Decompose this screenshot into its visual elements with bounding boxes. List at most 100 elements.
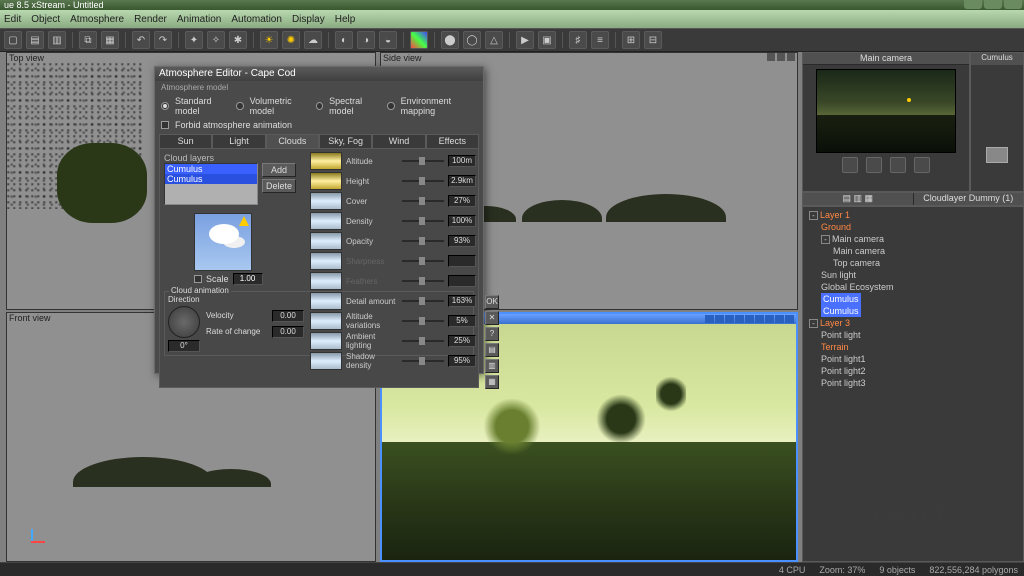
velocity-field[interactable]: 0.00 (272, 310, 304, 322)
minimize-button[interactable] (964, 0, 982, 9)
slider-value[interactable] (448, 255, 476, 267)
scale-checkbox[interactable] (194, 275, 202, 283)
tool-icon[interactable]: ▤ (485, 343, 499, 357)
cloud-thumb-icon[interactable] (310, 352, 342, 370)
tree-node[interactable]: Point light1 (807, 353, 1019, 365)
cloud-thumb-icon[interactable] (310, 232, 342, 250)
vp-btn[interactable] (735, 315, 744, 323)
cloud-thumb-icon[interactable] (310, 292, 342, 310)
save-icon[interactable]: ▥ (48, 31, 66, 49)
maximize-button[interactable] (984, 0, 1002, 9)
tool-icon[interactable]: ✦ (185, 31, 203, 49)
slider-track[interactable] (402, 260, 444, 262)
menu-display[interactable]: Display (292, 14, 325, 25)
tree-node[interactable]: -Layer 3 (807, 317, 1019, 329)
tree-node[interactable]: Cumulus (807, 305, 1019, 317)
vp-btn[interactable] (775, 315, 784, 323)
tool-icon[interactable]: ▥ (485, 359, 499, 373)
tab-effects[interactable]: Effects (426, 134, 479, 148)
cumulus-swatch[interactable] (986, 147, 1008, 163)
radio-spectral[interactable] (316, 102, 323, 110)
vp-btn[interactable] (725, 315, 734, 323)
slider-value[interactable]: 93% (448, 235, 476, 247)
tree-node[interactable]: Global Ecosystem (807, 281, 1019, 293)
radio-env-map[interactable] (387, 102, 394, 110)
light-icon[interactable]: ✺ (282, 31, 300, 49)
cloud-thumb-icon[interactable] (310, 332, 342, 350)
tree-node[interactable]: Sun light (807, 269, 1019, 281)
tab-sun[interactable]: Sun (159, 134, 212, 148)
menu-help[interactable]: Help (335, 14, 356, 25)
slider-value[interactable]: 100m (448, 155, 476, 167)
tree-node[interactable]: Cumulus (807, 293, 1019, 305)
cloud-thumb-icon[interactable] (310, 252, 342, 270)
slider-track[interactable] (402, 220, 444, 222)
list-item[interactable]: Cumulus (165, 174, 257, 184)
slider-track[interactable] (402, 340, 444, 342)
pan-icon[interactable] (866, 157, 882, 173)
vp-btn[interactable] (715, 315, 724, 323)
color-icon[interactable] (410, 31, 428, 49)
tool-icon[interactable]: △ (485, 31, 503, 49)
direction-dial[interactable] (168, 306, 200, 338)
ok-button[interactable]: OK (485, 295, 499, 309)
layer-bar-left[interactable]: ▤ ▥ ▦ (803, 193, 913, 205)
expand-icon[interactable]: - (809, 211, 818, 220)
cloud-thumb-icon[interactable] (310, 192, 342, 210)
radio-volumetric[interactable] (236, 102, 243, 110)
menu-object[interactable]: Object (31, 14, 60, 25)
tab-clouds[interactable]: Clouds (266, 134, 319, 148)
tree-node[interactable]: Top camera (807, 257, 1019, 269)
close-button[interactable] (1004, 0, 1022, 9)
tool-icon[interactable]: ⬤ (441, 31, 459, 49)
tab-wind[interactable]: Wind (372, 134, 425, 148)
reset-icon[interactable] (914, 157, 930, 173)
tool-icon[interactable]: ⊟ (644, 31, 662, 49)
camera-thumbnail[interactable] (816, 69, 956, 153)
tree-node[interactable]: Point light2 (807, 365, 1019, 377)
slider-track[interactable] (402, 280, 444, 282)
redo-icon[interactable]: ↷ (154, 31, 172, 49)
tree-node[interactable]: Point light (807, 329, 1019, 341)
tool-icon[interactable]: ✧ (207, 31, 225, 49)
tab-light[interactable]: Light (212, 134, 265, 148)
add-button[interactable]: Add (262, 163, 296, 177)
slider-value[interactable]: 2.9km (448, 175, 476, 187)
tool-icon[interactable]: ◑ (357, 31, 375, 49)
menu-atmosphere[interactable]: Atmosphere (70, 14, 124, 25)
list-item[interactable]: Cumulus (165, 164, 257, 174)
tree-node[interactable]: Main camera (807, 245, 1019, 257)
tree-node[interactable]: -Main camera (807, 233, 1019, 245)
slider-track[interactable] (402, 180, 444, 182)
rate-field[interactable]: 0.00 (272, 326, 304, 338)
vp-btn[interactable] (705, 315, 714, 323)
open-icon[interactable]: ▤ (26, 31, 44, 49)
tab-sky-fog-haze[interactable]: Sky, Fog and Haze (319, 134, 372, 148)
menu-automation[interactable]: Automation (231, 14, 282, 25)
cloud-thumb-icon[interactable] (310, 172, 342, 190)
expand-icon[interactable]: - (809, 319, 818, 328)
vp-btn[interactable] (765, 315, 774, 323)
vp-btn[interactable] (785, 315, 794, 323)
tree-node[interactable]: -Layer 1 (807, 209, 1019, 221)
expand-icon[interactable]: - (821, 235, 830, 244)
cloud-icon[interactable]: ☁ (304, 31, 322, 49)
tool-icon[interactable]: ✱ (229, 31, 247, 49)
vp-btn[interactable] (745, 315, 754, 323)
scale-field[interactable]: 1.00 (233, 273, 263, 285)
tree-node[interactable]: Ground (807, 221, 1019, 233)
render-icon[interactable]: ▶ (516, 31, 534, 49)
cloud-thumb-icon[interactable] (310, 312, 342, 330)
slider-track[interactable] (402, 300, 444, 302)
tool-icon[interactable]: ≡ (591, 31, 609, 49)
direction-field[interactable]: 0° (168, 340, 200, 352)
undo-icon[interactable]: ↶ (132, 31, 150, 49)
cloud-layers-list[interactable]: Cumulus Cumulus (164, 163, 258, 205)
cloud-thumb-icon[interactable] (310, 152, 342, 170)
orbit-icon[interactable] (842, 157, 858, 173)
slider-track[interactable] (402, 240, 444, 242)
dialog-title[interactable]: Atmosphere Editor - Cape Cod (155, 67, 483, 81)
sun-icon[interactable]: ☀ (260, 31, 278, 49)
slider-value[interactable]: 5% (448, 315, 476, 327)
tool-icon[interactable]: ⊞ (622, 31, 640, 49)
